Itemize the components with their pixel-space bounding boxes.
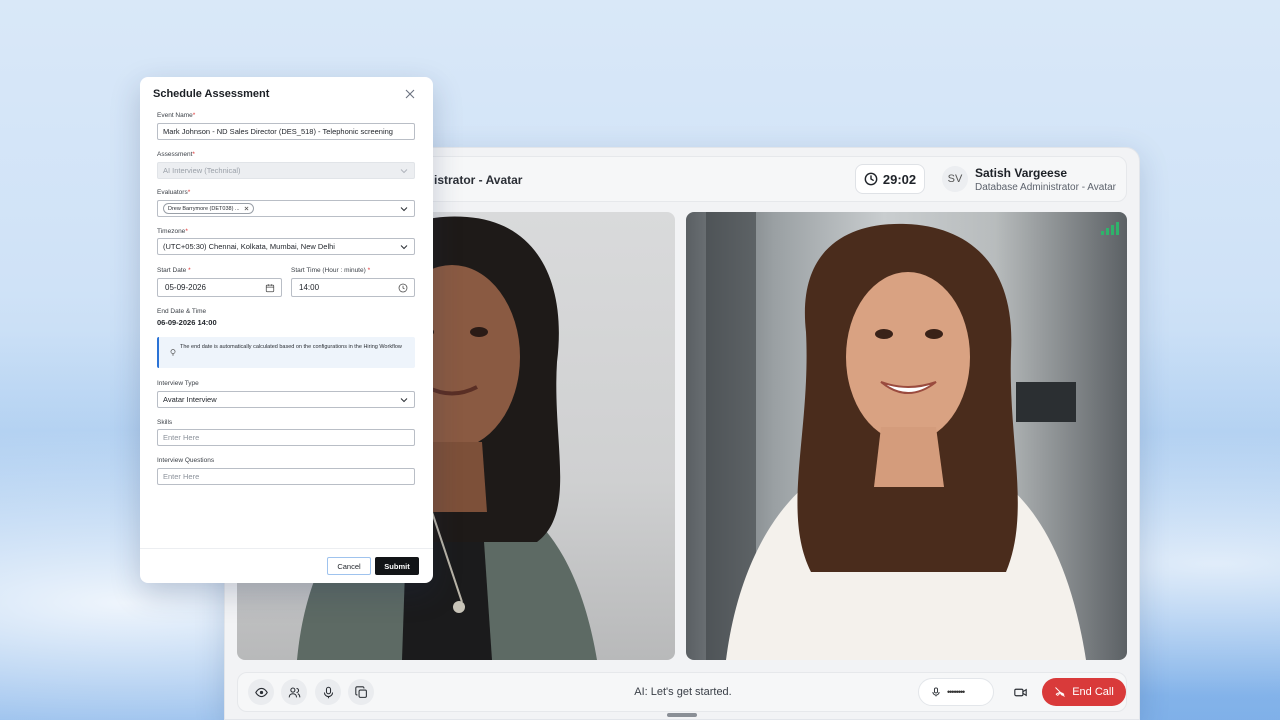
skills-input[interactable]: Enter Here [157,429,415,446]
ai-caption: AI: Let's get started. [634,686,732,698]
info-text: The end date is automatically calculated… [180,344,402,350]
end-date-label: End Date & Time [157,308,207,315]
start-time-input[interactable]: 14:00 [291,278,415,297]
assessment-select: AI Interview (Technical) [157,162,415,179]
call-title: istrator - Avatar [434,173,523,187]
lightbulb-icon [170,349,176,356]
skills-label: Skills [157,419,173,426]
drag-handle[interactable] [667,713,697,717]
phone-hangup-icon [1055,687,1066,697]
microphone-icon [932,687,940,697]
event-name-label: Event Name* [157,112,196,119]
evaluator-chip: Drew Barrymore (DET038) ... [163,203,254,214]
cancel-button[interactable]: Cancel [327,557,371,575]
event-name-input[interactable]: Mark Johnson - ND Sales Director (DES_51… [157,123,415,140]
interview-questions-label: Interview Questions [157,457,215,464]
evaluators-select[interactable]: Drew Barrymore (DET038) ... [157,200,415,217]
evaluators-label: Evaluators* [157,189,191,196]
participant-name: Satish Vargeese [975,166,1068,180]
interview-type-select[interactable]: Avatar Interview [157,391,415,408]
calendar-icon[interactable] [265,283,275,293]
clock-icon[interactable] [398,283,408,293]
start-date-label: Start Date * [157,267,191,274]
assessment-label: Assessment* [157,151,195,158]
timer-value: 29:02 [882,171,917,187]
camera-toggle-button[interactable] [1008,680,1032,704]
clock-icon [864,172,878,186]
mic-level-bars: •••••••• [947,687,965,697]
interview-type-label: Interview Type [157,380,199,387]
avatar: SV [942,166,968,192]
chevron-down-icon [400,207,408,212]
participant-role: Database Administrator - Avatar [975,182,1116,193]
schedule-assessment-dialog: Schedule Assessment Event Name* Mark Joh… [140,77,433,583]
close-icon[interactable] [405,89,415,99]
candidate-video-tile [686,212,1127,660]
call-timer: 29:02 [855,164,925,194]
timezone-select[interactable]: (UTC+05:30) Chennai, Kolkata, Mumbai, Ne… [157,238,415,255]
start-time-label: Start Time (Hour : minute) * [291,267,371,274]
video-camera-icon [1013,688,1027,696]
remove-chip-icon[interactable] [244,206,249,211]
dialog-title: Schedule Assessment [153,88,270,100]
end-date-info-banner: The end date is automatically calculated… [157,337,415,368]
start-date-input[interactable]: 05-09-2026 [157,278,282,297]
candidate-person-image [706,212,1086,660]
chevron-down-icon [400,245,408,250]
chevron-down-icon [400,398,408,403]
chevron-down-icon [400,169,408,174]
end-call-button[interactable]: End Call [1042,678,1126,706]
interview-questions-input[interactable]: Enter Here [157,468,415,485]
timezone-label: Timezone* [157,228,188,235]
submit-button[interactable]: Submit [375,557,419,575]
call-control-bar: AI: Let's get started. •••••••• End Call [237,672,1127,712]
signal-strength-icon [1101,222,1119,235]
footer-divider [140,548,433,549]
end-date-value: 06-09-2026 14:00 [157,318,217,327]
mic-level-indicator[interactable]: •••••••• [918,678,994,706]
end-call-label: End Call [1072,686,1114,698]
